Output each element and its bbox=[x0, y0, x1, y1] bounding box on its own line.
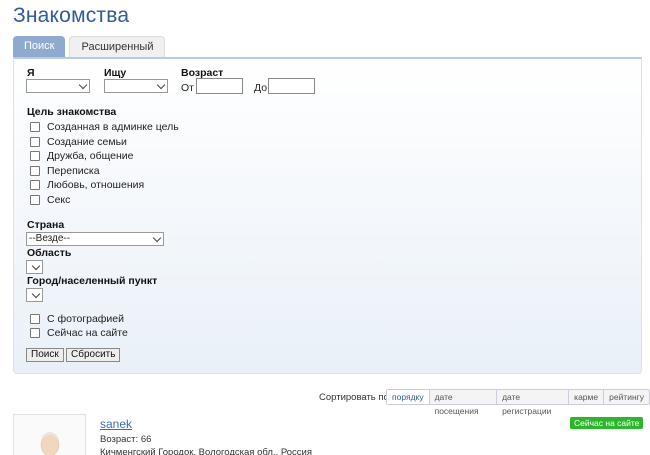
goal-checkbox-row[interactable]: Секс bbox=[30, 194, 70, 206]
country-label: Страна bbox=[27, 219, 65, 231]
chevron-down-icon bbox=[31, 261, 41, 271]
age-from-label: От bbox=[181, 82, 194, 94]
online-now-label: Сейчас на сайте bbox=[47, 327, 128, 339]
avatar[interactable] bbox=[13, 414, 86, 455]
goal-checkbox-row[interactable]: Создание семьи bbox=[30, 136, 127, 148]
sort-by-order[interactable]: порядку bbox=[387, 390, 430, 404]
page-title: Знакомства bbox=[13, 4, 130, 27]
checkbox[interactable] bbox=[30, 122, 40, 132]
sort-by-visit-date[interactable]: дате посещения bbox=[430, 390, 498, 416]
goal-checkbox-row[interactable]: Дружба, общение bbox=[30, 150, 134, 162]
i-gender-select[interactable] bbox=[26, 79, 90, 93]
city-select[interactable] bbox=[26, 288, 43, 302]
online-now-row[interactable]: Сейчас на сайте bbox=[30, 327, 128, 339]
country-select-value: --Везде-- bbox=[29, 233, 71, 244]
with-photo-checkbox[interactable] bbox=[30, 314, 40, 324]
user-location: Кичменгский Городок, Вологодская обл., Р… bbox=[100, 447, 312, 455]
status-badge: Сейчас на сайте bbox=[570, 417, 644, 429]
goal-label: Цель знакомства bbox=[27, 106, 117, 118]
sort-by-karma[interactable]: карме bbox=[569, 390, 605, 404]
goal-option-label: Любовь, отношения bbox=[47, 179, 145, 191]
age-to-input[interactable] bbox=[268, 78, 315, 94]
user-name-link[interactable]: sanek bbox=[100, 417, 132, 431]
sort-by-rating[interactable]: рейтингу bbox=[604, 390, 649, 404]
checkbox[interactable] bbox=[30, 137, 40, 147]
chevron-down-icon bbox=[78, 80, 88, 90]
goal-checkbox-row[interactable]: Переписка bbox=[30, 165, 100, 177]
sort-by-registration-date[interactable]: дате регистрации bbox=[497, 390, 570, 416]
checkbox[interactable] bbox=[30, 195, 40, 205]
city-label: Город/населенный пункт bbox=[27, 275, 158, 287]
user-age: Возраст: 66 bbox=[100, 434, 152, 445]
goal-checkbox-row[interactable]: Любовь, отношения bbox=[30, 179, 144, 191]
sort-bar: порядку дате посещения дате регистрации … bbox=[386, 389, 650, 416]
goal-option-label: Секс bbox=[47, 194, 71, 206]
i-label: Я bbox=[27, 67, 35, 79]
with-photo-label: С фотографией bbox=[47, 313, 124, 325]
country-select[interactable]: --Везде-- bbox=[26, 232, 164, 246]
search-button[interactable]: Поиск bbox=[26, 348, 64, 362]
checkbox[interactable] bbox=[30, 151, 40, 161]
goal-option-label: Создание семьи bbox=[47, 136, 127, 148]
region-select[interactable] bbox=[26, 260, 43, 274]
sort-label: Сортировать по: bbox=[319, 392, 392, 403]
reset-button[interactable]: Сбросить bbox=[66, 348, 121, 362]
user-silhouette-icon bbox=[40, 432, 60, 455]
goal-option-label: Дружба, общение bbox=[47, 150, 134, 162]
age-to-label: До bbox=[254, 82, 268, 94]
chevron-down-icon bbox=[152, 233, 162, 243]
tabs: Поиск Расширенный bbox=[13, 36, 166, 57]
goal-option-label: Созданная в админке цель bbox=[47, 121, 179, 133]
region-label: Область bbox=[27, 247, 72, 259]
tab-search[interactable]: Поиск bbox=[13, 36, 66, 57]
seek-label: Ищу bbox=[104, 67, 127, 79]
goal-option-label: Переписка bbox=[47, 165, 100, 177]
goal-checkbox-row[interactable]: Созданная в админке цель bbox=[30, 121, 179, 133]
seek-gender-select[interactable] bbox=[104, 79, 168, 93]
age-from-input[interactable] bbox=[196, 78, 243, 94]
tab-advanced[interactable]: Расширенный bbox=[69, 36, 166, 57]
chevron-down-icon bbox=[31, 289, 41, 299]
checkbox[interactable] bbox=[30, 180, 40, 190]
chevron-down-icon bbox=[156, 80, 166, 90]
checkbox[interactable] bbox=[30, 166, 40, 176]
with-photo-row[interactable]: С фотографией bbox=[30, 313, 124, 325]
online-now-checkbox[interactable] bbox=[30, 328, 40, 338]
